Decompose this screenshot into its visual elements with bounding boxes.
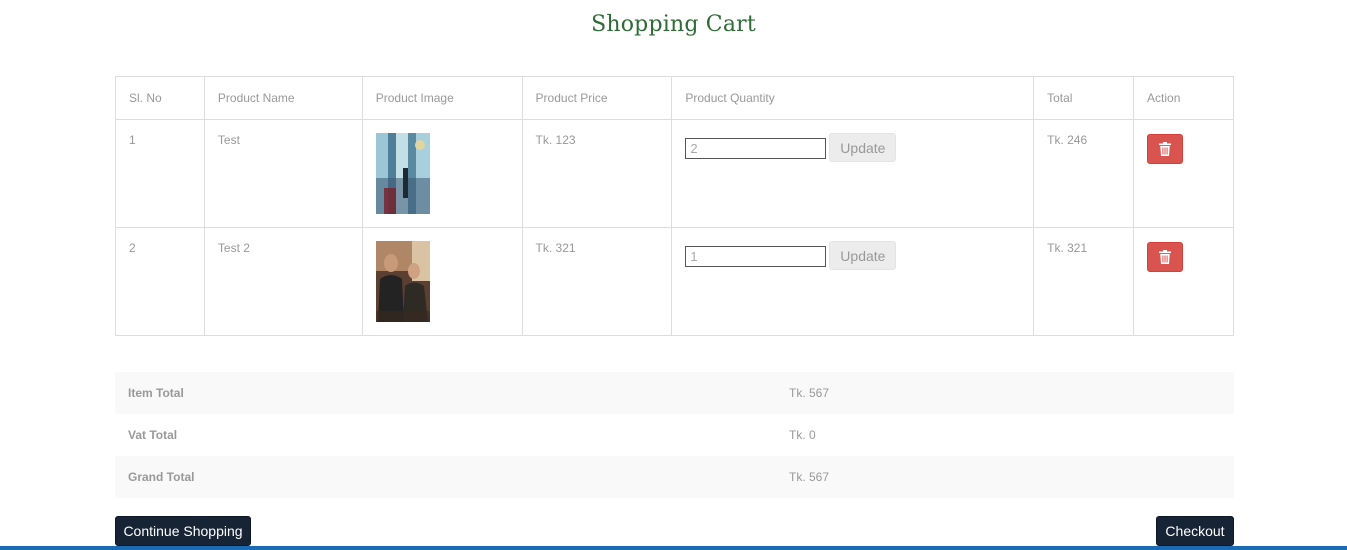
cart-header-row: Sl. No Product Name Product Image Produc… (115, 76, 1234, 120)
row-product-price: Tk. 321 (521, 227, 673, 336)
header-total: Total (1033, 76, 1135, 120)
cart-row: 2 Test 2 Tk. 321 Update (115, 227, 1234, 336)
row-sl-no: 1 (115, 119, 205, 228)
cart-table: Sl. No Product Name Product Image Produc… (115, 76, 1234, 336)
vat-total-value: Tk. 0 (789, 428, 816, 442)
row-product-price: Tk. 123 (521, 119, 673, 228)
update-button[interactable]: Update (829, 133, 897, 162)
footer-bar (0, 546, 1347, 550)
product-image (375, 133, 430, 214)
vat-total-label: Vat Total (128, 428, 178, 442)
cart-row: 1 Test Tk. 123 2 Update Tk. 246 (115, 119, 1234, 228)
page-title: Shopping Cart (591, 12, 756, 37)
row-total: Tk. 246 (1033, 119, 1135, 228)
header-action: Action (1133, 76, 1234, 120)
row-product-name: Test (203, 119, 363, 228)
vat-total-row: Vat Total Tk. 0 (115, 414, 1234, 456)
continue-shopping-button[interactable]: Continue Shopping (115, 516, 251, 546)
update-button[interactable]: Update (829, 241, 897, 270)
product-image (375, 241, 430, 322)
quantity-group: Update (685, 133, 1020, 162)
delete-button[interactable] (1147, 242, 1184, 272)
trash-icon (1159, 142, 1172, 156)
row-sl-no: 2 (115, 227, 205, 336)
header-product-name: Product Name (203, 76, 363, 120)
grand-total-row: Grand Total Tk. 567 (115, 456, 1234, 498)
grand-total-label: Grand Total (128, 470, 195, 484)
header-product-quantity: Product Quantity (671, 76, 1035, 120)
header-sl-no: Sl. No (115, 76, 205, 120)
quantity-input[interactable] (685, 137, 827, 159)
checkout-button[interactable]: Checkout (1156, 516, 1234, 546)
delete-button[interactable] (1147, 134, 1184, 164)
item-total-row: Item Total Tk. 567 (115, 372, 1234, 414)
header-product-image: Product Image (361, 76, 523, 120)
grand-total-value: Tk. 567 (789, 470, 830, 484)
totals-table: Item Total Tk. 567 Vat Total Tk. 0 Grand… (115, 372, 1234, 498)
item-total-label: Item Total (128, 386, 184, 400)
trash-icon (1159, 250, 1172, 264)
quantity-group: Update (685, 241, 1020, 270)
item-total-value: Tk. 567 (789, 386, 830, 400)
row-product-name: Test 2 (203, 227, 363, 336)
header-product-price: Product Price (521, 76, 673, 120)
row-total: Tk. 321 (1033, 227, 1135, 336)
quantity-input[interactable] (685, 245, 827, 267)
